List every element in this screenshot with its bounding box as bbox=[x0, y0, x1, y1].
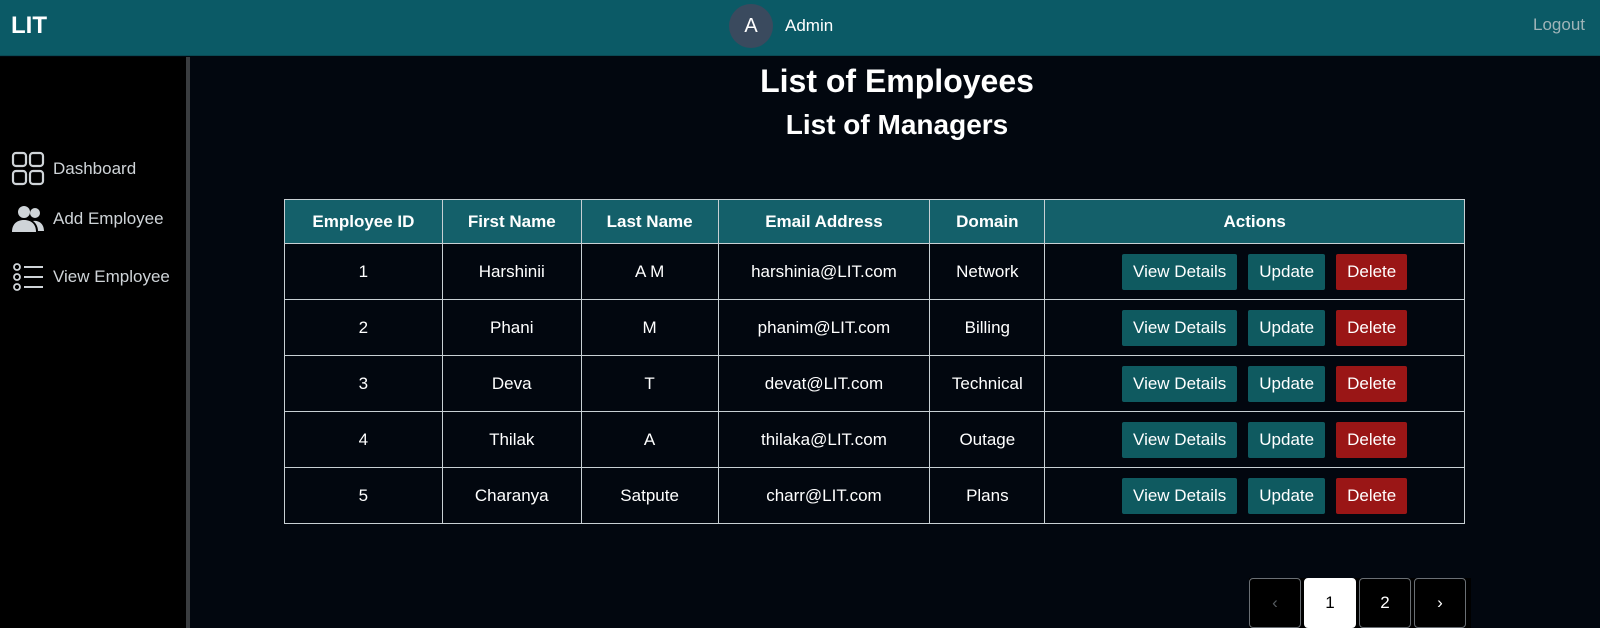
delete-button[interactable]: Delete bbox=[1336, 309, 1408, 346]
actions-cell: View Details Update Delete bbox=[1044, 411, 1465, 468]
update-button[interactable]: Update bbox=[1248, 477, 1326, 514]
update-button[interactable]: Update bbox=[1248, 365, 1326, 402]
actions-cell: View Details Update Delete bbox=[1044, 299, 1465, 356]
users-icon bbox=[11, 201, 45, 237]
update-button[interactable]: Update bbox=[1248, 253, 1326, 290]
employee-id-cell: 1 bbox=[284, 243, 443, 300]
email-cell: devat@LIT.com bbox=[717, 355, 931, 412]
sidebar-item-view-employee[interactable]: View Employee bbox=[11, 257, 186, 297]
employee-id-cell: 4 bbox=[284, 411, 443, 468]
domain-cell: Plans bbox=[929, 467, 1046, 524]
view-details-button[interactable]: View Details bbox=[1122, 309, 1238, 346]
actions-cell: View Details Update Delete bbox=[1044, 355, 1465, 412]
delete-button[interactable]: Delete bbox=[1336, 253, 1408, 290]
view-details-button[interactable]: View Details bbox=[1122, 421, 1238, 458]
sidebar-item-dashboard[interactable]: Dashboard bbox=[11, 149, 186, 189]
domain-cell: Technical bbox=[929, 355, 1046, 412]
column-header-actions: Actions bbox=[1044, 199, 1465, 244]
grid-icon bbox=[11, 151, 45, 187]
last-name-cell: A bbox=[580, 411, 719, 468]
update-button[interactable]: Update bbox=[1248, 421, 1326, 458]
username-label: Admin bbox=[785, 16, 834, 35]
column-header-first-name: First Name bbox=[441, 199, 582, 244]
view-details-button[interactable]: View Details bbox=[1122, 253, 1238, 290]
update-button[interactable]: Update bbox=[1248, 309, 1326, 346]
column-header-email: Email Address bbox=[717, 199, 931, 244]
sidebar-item-label: Dashboard bbox=[53, 159, 137, 178]
pagination: ‹ 1 2 › bbox=[1249, 578, 1471, 628]
first-name-cell: Charanya bbox=[441, 467, 582, 524]
employee-id-cell: 3 bbox=[284, 355, 443, 412]
page-title: List of Employees bbox=[760, 63, 1034, 99]
domain-cell: Network bbox=[929, 243, 1046, 300]
list-icon bbox=[11, 259, 45, 295]
delete-button[interactable]: Delete bbox=[1336, 365, 1408, 402]
last-name-cell: Satpute bbox=[580, 467, 719, 524]
pagination-prev-button[interactable]: ‹ bbox=[1249, 578, 1301, 628]
view-details-button[interactable]: View Details bbox=[1122, 365, 1238, 402]
employee-id-cell: 2 bbox=[284, 299, 443, 356]
page-subtitle: List of Managers bbox=[785, 109, 1009, 140]
employee-table: Employee ID First Name Last Name Email A… bbox=[284, 199, 1465, 524]
employee-id-cell: 5 bbox=[284, 467, 443, 524]
domain-cell: Outage bbox=[929, 411, 1046, 468]
brand-logo[interactable]: LIT bbox=[11, 12, 47, 40]
pagination-next-button[interactable]: › bbox=[1414, 578, 1466, 628]
delete-button[interactable]: Delete bbox=[1336, 421, 1408, 458]
actions-cell: View Details Update Delete bbox=[1044, 243, 1465, 300]
domain-cell: Billing bbox=[929, 299, 1046, 356]
page-header: List of Employees List of Managers bbox=[194, 57, 1600, 145]
avatar[interactable]: A bbox=[729, 4, 773, 48]
last-name-cell: M bbox=[580, 299, 719, 356]
sidebar-item-label: Add Employee bbox=[53, 209, 164, 228]
table-row: 1 Harshinii A M harshinia@LIT.com Networ… bbox=[284, 243, 1465, 300]
actions-cell: View Details Update Delete bbox=[1044, 467, 1465, 524]
column-header-last-name: Last Name bbox=[580, 199, 719, 244]
pagination-page-2[interactable]: 2 bbox=[1359, 578, 1411, 628]
delete-button[interactable]: Delete bbox=[1336, 477, 1408, 514]
table-row: 2 Phani M phanim@LIT.com Billing View De… bbox=[284, 299, 1465, 356]
view-details-button[interactable]: View Details bbox=[1122, 477, 1238, 514]
email-cell: thilaka@LIT.com bbox=[717, 411, 931, 468]
email-cell: charr@LIT.com bbox=[717, 467, 931, 524]
top-navbar: LIT A Admin Logout bbox=[0, 0, 1600, 56]
table-row: 4 Thilak A thilaka@LIT.com Outage View D… bbox=[284, 411, 1465, 468]
last-name-cell: A M bbox=[580, 243, 719, 300]
first-name-cell: Phani bbox=[441, 299, 582, 356]
first-name-cell: Harshinii bbox=[441, 243, 582, 300]
sidebar-item-add-employee[interactable]: Add Employee bbox=[11, 199, 186, 239]
first-name-cell: Thilak bbox=[441, 411, 582, 468]
logout-link[interactable]: Logout bbox=[1533, 15, 1585, 35]
sidebar-item-label: View Employee bbox=[53, 267, 170, 286]
sidebar: Dashboard Add Employee View Employee bbox=[0, 57, 190, 628]
first-name-cell: Deva bbox=[441, 355, 582, 412]
table-header-row: Employee ID First Name Last Name Email A… bbox=[284, 199, 1465, 244]
last-name-cell: T bbox=[580, 355, 719, 412]
table-row: 3 Deva T devat@LIT.com Technical View De… bbox=[284, 355, 1465, 412]
pagination-page-1[interactable]: 1 bbox=[1304, 578, 1356, 628]
email-cell: phanim@LIT.com bbox=[717, 299, 931, 356]
column-header-employee-id: Employee ID bbox=[284, 199, 443, 244]
table-row: 5 Charanya Satpute charr@LIT.com Plans V… bbox=[284, 467, 1465, 524]
email-cell: harshinia@LIT.com bbox=[717, 243, 931, 300]
column-header-domain: Domain bbox=[929, 199, 1046, 244]
